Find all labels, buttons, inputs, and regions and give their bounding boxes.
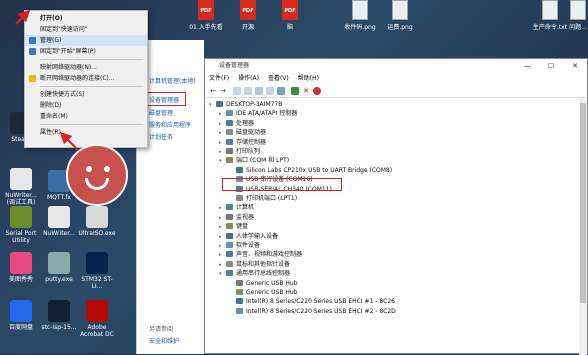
annotation-arrows (15, 9, 79, 151)
arrow-to-properties (59, 131, 79, 151)
arrow-to-computer (15, 9, 31, 25)
